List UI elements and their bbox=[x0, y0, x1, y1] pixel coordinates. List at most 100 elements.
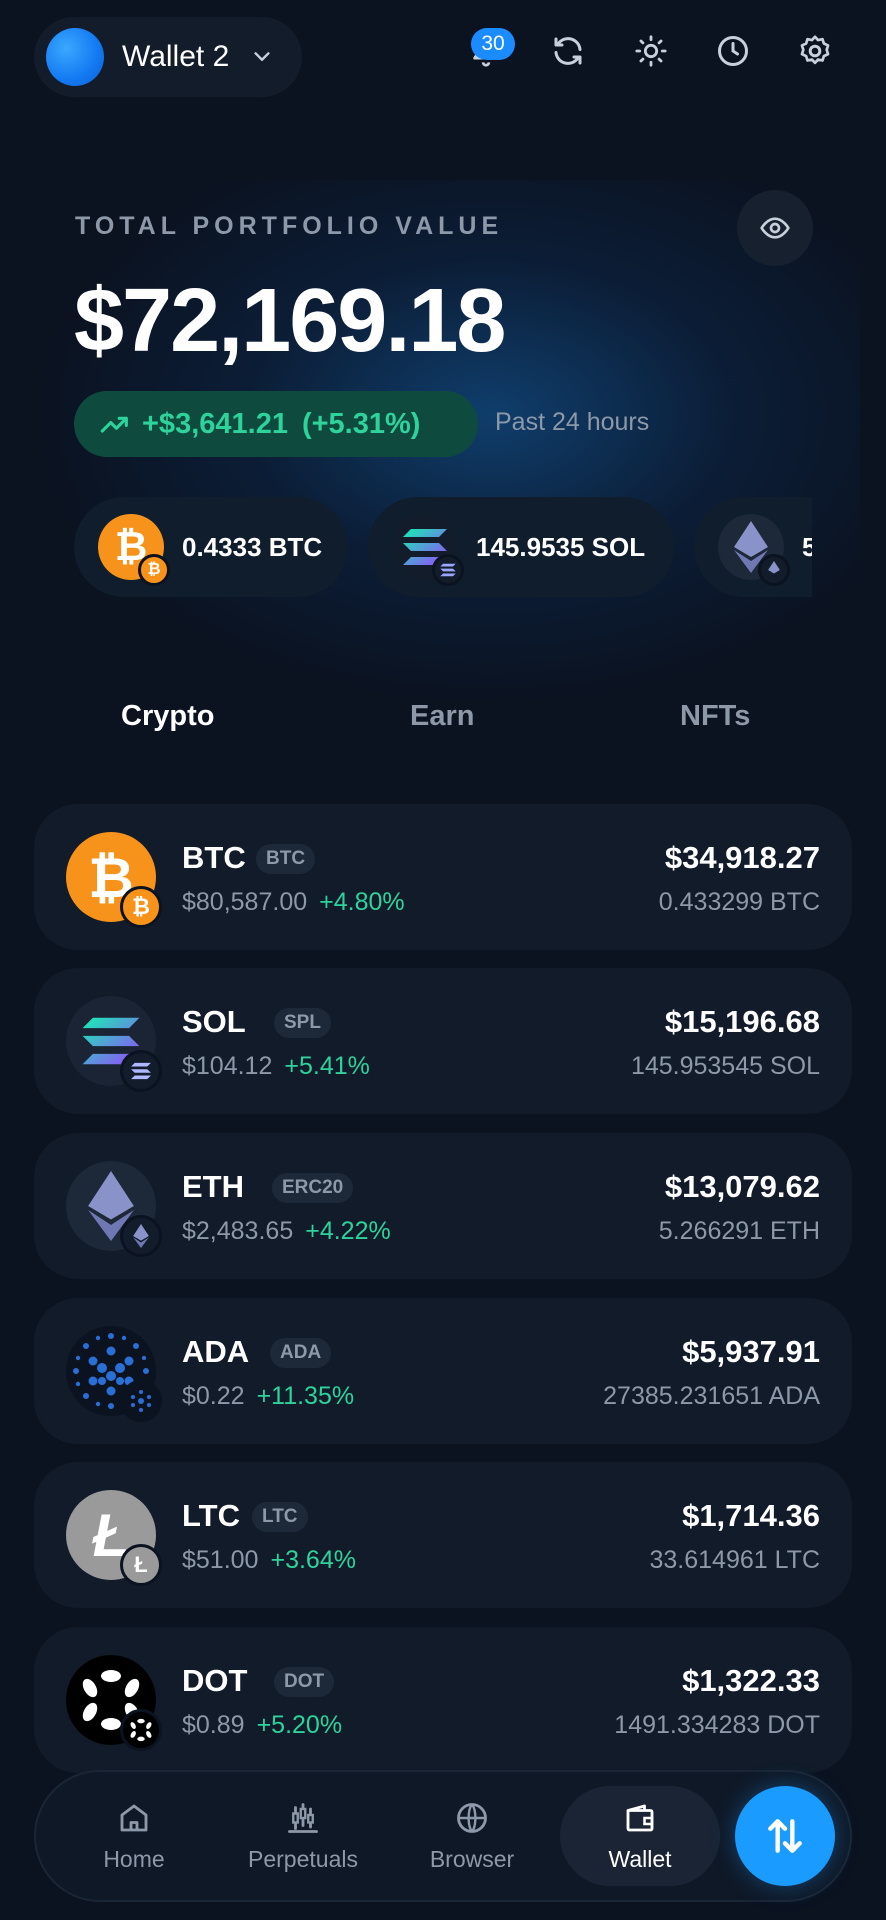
settings-button[interactable] bbox=[792, 28, 838, 74]
chip-btc[interactable]: ₿ ₿ 0.4333 BTC bbox=[74, 497, 348, 597]
sol-icon bbox=[392, 514, 464, 586]
wallet-switcher[interactable]: Wallet 2 bbox=[34, 17, 302, 97]
nav-label: Wallet bbox=[608, 1845, 672, 1872]
tab-crypto[interactable]: Crypto bbox=[121, 700, 214, 733]
asset-row-ada[interactable]: ADA ADA $0.22 +11.35% $5,937.91 27385.231… bbox=[34, 1298, 852, 1444]
asset-price: $2,483.65 +4.22% bbox=[182, 1217, 391, 1245]
wallet-icon bbox=[626, 1804, 654, 1831]
wallet-name: Wallet 2 bbox=[122, 40, 230, 73]
asset-change: +5.41% bbox=[284, 1052, 370, 1080]
asset-row-dot[interactable]: DOT DOT $0.89 +5.20% $1,322.33 1491.33428… bbox=[34, 1627, 852, 1773]
chip-label: 0.4333 BTC bbox=[182, 531, 323, 562]
globe-icon bbox=[457, 1802, 487, 1833]
asset-amount: 33.614961 LTC bbox=[649, 1546, 821, 1574]
ada-icon bbox=[66, 1326, 162, 1422]
asset-row-ltc[interactable]: Ł Ł LTC LTC $51.00 +3.64% $1,714.36 33.61… bbox=[34, 1462, 852, 1608]
asset-symbol: DOT bbox=[182, 1663, 248, 1698]
asset-symbol: LTC bbox=[182, 1498, 240, 1533]
asset-usd-value: $1,714.36 bbox=[682, 1498, 820, 1533]
sun-icon bbox=[635, 35, 667, 67]
asset-usd-value: $5,937.91 bbox=[682, 1334, 820, 1369]
asset-change: +3.64% bbox=[270, 1546, 356, 1574]
home-icon bbox=[120, 1804, 148, 1831]
notification-badge: 30 bbox=[471, 28, 515, 60]
history-icon bbox=[718, 36, 748, 66]
asset-usd-value: $15,196.68 bbox=[664, 1004, 820, 1039]
asset-row-btc[interactable]: ₿ ₿ BTC BTC $80,587.00 +4.80% $34,918.27 … bbox=[34, 804, 852, 950]
asset-price: $51.00 +3.64% bbox=[182, 1546, 356, 1574]
asset-symbol: SOL bbox=[182, 1004, 246, 1039]
asset-amount: 27385.231651 ADA bbox=[603, 1382, 820, 1410]
nav-label: Browser bbox=[429, 1845, 515, 1872]
asset-network-tag: LTC bbox=[252, 1502, 308, 1532]
asset-amount: 0.433299 BTC bbox=[658, 888, 820, 916]
portfolio-change-badge: +$3,641.21 (+5.31%) bbox=[74, 391, 478, 457]
portfolio-change-amount: +$3,641.21 bbox=[142, 407, 288, 440]
nav-perpetuals[interactable]: Perpetuals bbox=[228, 1772, 378, 1900]
swap-arrows-icon bbox=[768, 1819, 802, 1853]
asset-amount: 5.266291 ETH bbox=[658, 1217, 820, 1245]
nav-wallet[interactable]: Wallet bbox=[560, 1786, 720, 1886]
chip-eth[interactable]: 5 bbox=[694, 497, 812, 597]
asset-change: +11.35% bbox=[256, 1382, 355, 1410]
nav-browser[interactable]: Browser bbox=[397, 1772, 547, 1900]
asset-row-eth[interactable]: ETH ERC20 $2,483.65 +4.22% $13,079.62 5.2… bbox=[34, 1133, 852, 1279]
ltc-icon: Ł Ł bbox=[66, 1490, 162, 1586]
candlestick-icon bbox=[288, 1802, 318, 1833]
chip-sol[interactable]: 145.9535 SOL bbox=[368, 497, 674, 597]
eth-icon bbox=[718, 514, 790, 586]
asset-network-tag: DOT bbox=[274, 1667, 335, 1697]
btc-icon: ₿ ₿ bbox=[98, 514, 170, 586]
bottom-navigation: Home Perpetuals Browser Wallet bbox=[34, 1770, 852, 1902]
asset-row-sol[interactable]: SOL SPL $104.12 +5.41% $15,196.68 145.953… bbox=[34, 968, 852, 1114]
asset-usd-value: $1,322.33 bbox=[682, 1663, 820, 1698]
dot-icon bbox=[66, 1655, 162, 1751]
gear-icon bbox=[800, 35, 830, 65]
asset-price: $0.22 +11.35% bbox=[182, 1382, 355, 1410]
chevron-down-icon bbox=[254, 52, 270, 61]
eth-icon bbox=[66, 1161, 162, 1257]
eye-icon bbox=[760, 217, 790, 239]
tab-earn[interactable]: Earn bbox=[410, 700, 474, 733]
asset-change: +4.80% bbox=[319, 888, 405, 916]
swap-button[interactable] bbox=[735, 1786, 835, 1886]
chip-label: 145.9535 SOL bbox=[476, 531, 646, 562]
btc-icon: ₿ ₿ bbox=[66, 832, 162, 928]
asset-network-tag: BTC bbox=[256, 844, 316, 874]
asset-symbol: ETH bbox=[182, 1169, 244, 1204]
trending-up-icon bbox=[100, 416, 128, 433]
asset-network-tag: ERC20 bbox=[272, 1173, 354, 1203]
theme-toggle-button[interactable] bbox=[628, 28, 674, 74]
portfolio-change-period: Past 24 hours bbox=[495, 408, 650, 436]
asset-chips: ₿ ₿ 0.4333 BTC 145.9535 SOL 5 bbox=[74, 497, 812, 597]
asset-symbol: BTC bbox=[182, 840, 246, 875]
asset-usd-value: $13,079.62 bbox=[664, 1169, 820, 1204]
top-bar: Wallet 2 30 bbox=[0, 0, 886, 115]
nav-home[interactable]: Home bbox=[59, 1772, 209, 1900]
nav-label: Perpetuals bbox=[248, 1845, 358, 1872]
history-button[interactable] bbox=[710, 28, 756, 74]
refresh-button[interactable] bbox=[545, 28, 591, 74]
asset-price: $0.89 +5.20% bbox=[182, 1711, 343, 1739]
nav-label: Home bbox=[103, 1845, 165, 1872]
toggle-visibility-button[interactable] bbox=[737, 190, 813, 266]
portfolio-label: TOTAL PORTFOLIO VALUE bbox=[75, 212, 504, 240]
asset-tabs: Crypto Earn NFTs bbox=[0, 700, 886, 750]
asset-amount: 1491.334283 DOT bbox=[614, 1711, 820, 1739]
asset-usd-value: $34,918.27 bbox=[664, 840, 820, 875]
portfolio-value: $72,169.18 bbox=[74, 271, 506, 371]
sol-icon bbox=[66, 996, 162, 1092]
asset-network-tag: ADA bbox=[270, 1338, 332, 1368]
asset-symbol: ADA bbox=[182, 1334, 250, 1369]
asset-network-tag: SPL bbox=[274, 1008, 331, 1038]
asset-amount: 145.953545 SOL bbox=[630, 1052, 820, 1080]
refresh-icon bbox=[554, 37, 582, 65]
asset-price: $104.12 +5.41% bbox=[182, 1052, 370, 1080]
portfolio-change-percent: (+5.31%) bbox=[301, 407, 421, 440]
tab-nfts[interactable]: NFTs bbox=[680, 700, 750, 733]
asset-change: +4.22% bbox=[305, 1217, 391, 1245]
asset-price: $80,587.00 +4.80% bbox=[182, 888, 405, 916]
wallet-avatar bbox=[46, 28, 104, 86]
asset-change: +5.20% bbox=[256, 1711, 343, 1739]
chip-label: 5 bbox=[802, 531, 812, 562]
